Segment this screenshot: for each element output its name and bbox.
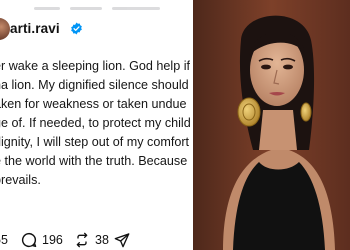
comment-count: 196: [42, 233, 63, 247]
post-text-line: ge of. If needed, to protect my child: [0, 116, 190, 130]
post-text: er wake a sleeping lion. God help if na …: [0, 57, 190, 190]
share-button[interactable]: [114, 230, 130, 250]
portrait-photo: [193, 0, 350, 250]
repost-count: 38: [95, 233, 109, 247]
status-bar-remnant: [34, 0, 174, 10]
post-text-line: prevails.: [0, 173, 41, 187]
post-text-line: dignity, I will step out of my comfort: [0, 135, 190, 149]
post-text-line: na lion. My dignified silence should: [0, 78, 189, 92]
avatar[interactable]: [0, 18, 10, 40]
comment-button[interactable]: 196: [20, 230, 63, 250]
post-actions: 55 196 38: [0, 230, 190, 250]
social-post: arti.ravi er wake a sleeping lion. God h…: [0, 0, 190, 250]
like-count: 55: [0, 233, 8, 247]
earring-left: [237, 97, 261, 127]
post-header: arti.ravi: [0, 18, 190, 40]
post-text-line: e the world with the truth. Because: [0, 154, 188, 168]
verified-badge-icon: [70, 22, 83, 35]
speech-bubble-icon: [21, 232, 37, 248]
neck: [259, 110, 297, 150]
repost-icon: [76, 232, 88, 248]
paper-plane-icon: [114, 233, 130, 248]
username[interactable]: arti.ravi: [10, 21, 60, 36]
post-text-line: aken for weakness or taken undue: [0, 97, 187, 111]
portrait-illustration: [193, 0, 350, 250]
repost-button[interactable]: 38: [74, 230, 109, 250]
earring-right: [300, 102, 312, 122]
post-text-line: er wake a sleeping lion. God help if: [0, 59, 190, 73]
like-action[interactable]: 55: [0, 230, 8, 250]
